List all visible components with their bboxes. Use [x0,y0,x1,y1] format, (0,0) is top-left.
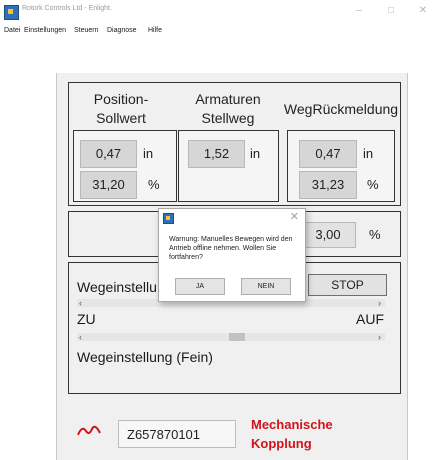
menu-bar: Datei Einstellungen Steuern Diagnose Hil… [0,24,438,40]
feedback-pct-value: 31,23 [299,171,357,199]
dialog-message: Warnung: Manuelles Bewegen wird den Antr… [169,236,293,261]
window-title: Rotork Controls Ltd - Enlight. [22,5,112,12]
menu-datei[interactable]: Datei [4,27,20,34]
fine-left-arrow-icon[interactable]: ‹ [79,333,82,342]
menu-diagnose[interactable]: Diagnose [107,27,137,34]
dialog-close-button[interactable]: ✕ [290,210,299,223]
minimize-button[interactable]: – [344,2,374,20]
menu-steuern[interactable]: Steuern [74,27,99,34]
position-pct-value: 31,20 [80,171,137,199]
armaturen-header: Armaturen Stellweg [195,91,261,126]
adjust-value[interactable]: 3,00 [300,222,356,248]
close-direction-label: ZU [77,311,96,327]
armaturen-in-value: 1,52 [188,140,245,168]
coupling-icon [77,425,101,436]
close-button[interactable]: ✕ [408,2,438,20]
fine-label: Wegeinstellung (Fein) [77,349,213,365]
dialog-no-button[interactable]: NEIN [241,278,291,295]
feedback-header: WegRückmeldung [283,101,399,117]
coarse-right-arrow-icon[interactable]: › [378,299,381,308]
position-in-unit: in [143,146,154,161]
dialog-app-icon [163,213,174,224]
fine-right-arrow-icon[interactable]: › [378,333,381,342]
position-pct-unit: % [148,177,160,192]
title-bar: Rotork Controls Ltd - Enlight. – □ ✕ [0,0,438,24]
open-direction-label: AUF [356,311,384,327]
position-in-value: 0,47 [80,140,137,168]
dialog-yes-button[interactable]: JA [175,278,225,295]
coupling-status: Mechanische Kopplung [251,417,333,451]
menu-einstellungen[interactable]: Einstellungen [24,27,66,34]
menu-hilfe[interactable]: Hilfe [148,27,162,34]
armaturen-in-unit: in [250,146,261,161]
position-header: Position- Sollwert [93,91,149,126]
adjust-unit: % [369,227,381,242]
coarse-left-arrow-icon[interactable]: ‹ [79,299,82,308]
coupling-id-field: Z657870101 [118,420,236,448]
fine-scroll-thumb[interactable] [229,333,245,341]
feedback-pct-unit: % [367,177,379,192]
feedback-in-value: 0,47 [299,140,357,168]
maximize-button[interactable]: □ [376,2,406,20]
coarse-label: Wegeinstellu [77,279,157,295]
warning-dialog: ✕ Warnung: Manuelles Bewegen wird den An… [158,208,306,302]
app-icon [4,5,19,20]
stop-button[interactable]: STOP [308,274,387,296]
feedback-in-unit: in [363,146,374,161]
